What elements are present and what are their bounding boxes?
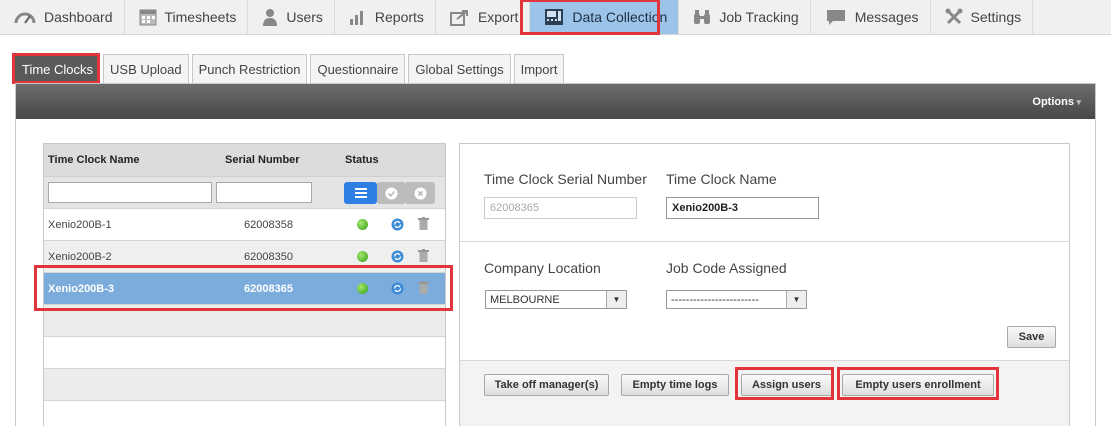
chevron-down-icon: ▼	[606, 291, 626, 308]
jobcode-select[interactable]: ------------------------ ▼	[666, 290, 807, 309]
sub-tabs: Time Clocks USB Upload Punch Restriction…	[15, 54, 567, 83]
bar-chart-icon	[349, 11, 363, 25]
trash-icon[interactable]	[418, 217, 429, 230]
header-status[interactable]: Status	[345, 154, 379, 166]
location-label: Company Location	[484, 260, 601, 276]
take-off-managers-button[interactable]: Take off manager(s)	[484, 374, 609, 396]
main-panel: Options Time Clock Name Serial Number St…	[15, 83, 1096, 426]
filter-offline-button[interactable]	[406, 182, 435, 204]
options-menu[interactable]: Options	[1032, 96, 1081, 108]
table-row-selected[interactable]: Xenio200B-3 62008365	[44, 272, 445, 304]
serial-label: Time Clock Serial Number	[484, 171, 647, 187]
tab-global-settings[interactable]: Global Settings	[408, 54, 511, 83]
chevron-down-icon: ▼	[786, 291, 806, 308]
nav-export-label: Export	[477, 9, 519, 25]
sync-icon[interactable]	[391, 218, 404, 231]
table-row[interactable]: Xenio200B-1 62008358	[44, 208, 445, 240]
trash-icon[interactable]	[418, 249, 429, 262]
nav-reports-label: Reports	[374, 9, 424, 25]
status-online-icon	[357, 251, 368, 262]
jobcode-label: Job Code Assigned	[666, 260, 787, 276]
save-button[interactable]: Save	[1007, 326, 1056, 348]
nav-dashboard[interactable]: Dashboard	[0, 0, 125, 34]
serial-field: 62008365	[484, 197, 637, 219]
filter-row	[44, 176, 445, 208]
sync-icon[interactable]	[391, 250, 404, 263]
clock-serial: 62008358	[244, 219, 293, 231]
filter-all-button[interactable]	[344, 182, 377, 204]
nav-settings-label: Settings	[970, 9, 1022, 25]
clock-name: Xenio200B-2	[48, 251, 112, 263]
list-icon	[354, 188, 367, 198]
nav-export[interactable]: Export	[436, 0, 531, 34]
user-icon	[263, 9, 278, 26]
time-clock-list: Time Clock Name Serial Number Status Xen…	[43, 143, 446, 426]
empty-row	[44, 336, 445, 368]
top-nav: Dashboard Timesheets Users Reports Expor…	[0, 0, 1111, 35]
calendar-icon	[139, 9, 156, 26]
header-time-clock-name[interactable]: Time Clock Name	[48, 154, 140, 166]
status-online-icon	[357, 283, 368, 294]
chat-bubble-icon	[826, 10, 845, 25]
nav-timesheets-label: Timesheets	[164, 9, 237, 25]
trash-icon[interactable]	[418, 281, 429, 294]
tab-questionnaire[interactable]: Questionnaire	[310, 54, 406, 83]
empty-row	[44, 400, 445, 426]
form-identity-section: Time Clock Serial Number 62008365 Time C…	[460, 144, 1069, 242]
binoculars-icon	[694, 10, 711, 24]
nav-users-label: Users	[286, 9, 323, 25]
clock-serial: 62008350	[244, 251, 293, 263]
location-select[interactable]: MELBOURNE ▼	[485, 290, 627, 309]
clock-name: Xenio200B-1	[48, 219, 112, 231]
export-icon	[449, 10, 468, 26]
clock-name: Xenio200B-3	[48, 283, 115, 295]
clock-serial: 62008365	[244, 283, 293, 295]
tab-import[interactable]: Import	[513, 54, 565, 83]
header-serial-number[interactable]: Serial Number	[225, 154, 300, 166]
time-clock-icon	[545, 9, 564, 25]
assign-users-button[interactable]: Assign users	[741, 374, 832, 396]
tools-icon	[945, 8, 963, 25]
nav-data-collection[interactable]: Data Collection	[530, 0, 680, 34]
tab-punch-restriction[interactable]: Punch Restriction	[191, 54, 308, 83]
empty-row	[44, 368, 445, 400]
sync-icon[interactable]	[391, 282, 404, 295]
nav-messages-label: Messages	[854, 9, 919, 25]
nav-settings[interactable]: Settings	[931, 0, 1034, 34]
nav-timesheets[interactable]: Timesheets	[125, 0, 249, 34]
name-filter-input[interactable]	[48, 182, 212, 203]
status-online-icon	[357, 219, 368, 230]
name-field[interactable]: Xenio200B-3	[666, 197, 819, 219]
serial-filter-input[interactable]	[216, 182, 312, 203]
gauge-icon	[14, 12, 36, 24]
empty-row	[44, 304, 445, 336]
location-value: MELBOURNE	[490, 293, 560, 306]
name-label: Time Clock Name	[666, 171, 777, 187]
empty-time-logs-button[interactable]: Empty time logs	[621, 374, 729, 396]
panel-header: Options	[16, 84, 1095, 119]
nav-job-tracking[interactable]: Job Tracking	[679, 0, 811, 34]
list-header: Time Clock Name Serial Number Status	[44, 144, 445, 176]
check-circle-icon	[385, 187, 398, 199]
filter-online-button[interactable]	[377, 182, 406, 204]
nav-job-tracking-label: Job Tracking	[719, 9, 799, 25]
nav-users[interactable]: Users	[248, 0, 335, 34]
time-clock-form: Time Clock Serial Number 62008365 Time C…	[459, 143, 1070, 426]
empty-users-enrollment-button[interactable]: Empty users enrollment	[842, 374, 994, 396]
tab-usb-upload[interactable]: USB Upload	[103, 54, 189, 83]
jobcode-value: ------------------------	[671, 293, 759, 306]
nav-messages[interactable]: Messages	[811, 0, 931, 34]
nav-dashboard-label: Dashboard	[44, 9, 113, 25]
nav-reports[interactable]: Reports	[335, 0, 436, 34]
nav-data-collection-label: Data Collection	[572, 9, 668, 25]
tab-time-clocks[interactable]: Time Clocks	[15, 54, 101, 83]
x-circle-icon	[414, 187, 427, 199]
table-row[interactable]: Xenio200B-2 62008350	[44, 240, 445, 272]
form-actions-section: Take off manager(s) Empty time logs Assi…	[460, 360, 1069, 426]
